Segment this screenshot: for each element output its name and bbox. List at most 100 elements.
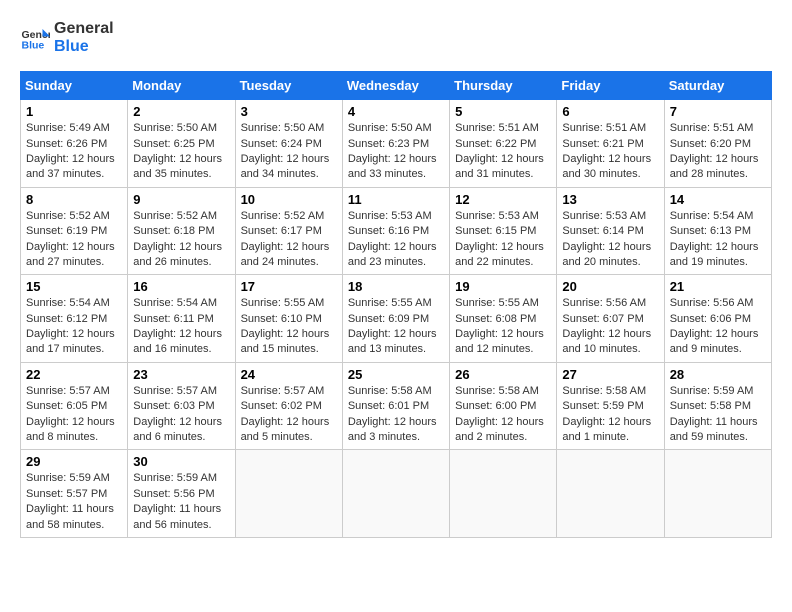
day-number: 13 xyxy=(562,192,658,207)
day-info: Sunrise: 5:51 AM Sunset: 6:21 PM Dayligh… xyxy=(562,121,658,183)
sunrise-label: Sunrise: 5:59 AM xyxy=(670,385,754,397)
sunset-label: Sunset: 6:05 PM xyxy=(26,400,107,412)
day-number: 6 xyxy=(562,104,658,119)
sunrise-label: Sunrise: 5:57 AM xyxy=(26,385,110,397)
calendar-cell: 7 Sunrise: 5:51 AM Sunset: 6:20 PM Dayli… xyxy=(664,100,771,188)
day-info: Sunrise: 5:53 AM Sunset: 6:16 PM Dayligh… xyxy=(348,209,444,271)
sunrise-label: Sunrise: 5:50 AM xyxy=(133,122,217,134)
day-number: 15 xyxy=(26,279,122,294)
sunset-label: Sunset: 6:17 PM xyxy=(241,225,322,237)
calendar-cell: 20 Sunrise: 5:56 AM Sunset: 6:07 PM Dayl… xyxy=(557,275,664,363)
day-info: Sunrise: 5:52 AM Sunset: 6:19 PM Dayligh… xyxy=(26,209,122,271)
day-info: Sunrise: 5:59 AM Sunset: 5:57 PM Dayligh… xyxy=(26,471,122,533)
daylight-label: Daylight: 12 hours and 17 minutes. xyxy=(26,328,115,355)
daylight-label: Daylight: 12 hours and 10 minutes. xyxy=(562,328,651,355)
day-info: Sunrise: 5:57 AM Sunset: 6:02 PM Dayligh… xyxy=(241,384,337,446)
daylight-label: Daylight: 12 hours and 27 minutes. xyxy=(26,241,115,268)
sunrise-label: Sunrise: 5:53 AM xyxy=(455,210,539,222)
sunset-label: Sunset: 6:20 PM xyxy=(670,138,751,150)
sunrise-label: Sunrise: 5:51 AM xyxy=(455,122,539,134)
sunset-label: Sunset: 6:23 PM xyxy=(348,138,429,150)
day-info: Sunrise: 5:49 AM Sunset: 6:26 PM Dayligh… xyxy=(26,121,122,183)
calendar-cell: 17 Sunrise: 5:55 AM Sunset: 6:10 PM Dayl… xyxy=(235,275,342,363)
day-number: 26 xyxy=(455,367,551,382)
week-row-1: 1 Sunrise: 5:49 AM Sunset: 6:26 PM Dayli… xyxy=(21,100,772,188)
calendar-cell: 25 Sunrise: 5:58 AM Sunset: 6:01 PM Dayl… xyxy=(342,362,449,450)
daylight-label: Daylight: 12 hours and 5 minutes. xyxy=(241,416,330,443)
sunrise-label: Sunrise: 5:56 AM xyxy=(670,297,754,309)
calendar-cell: 15 Sunrise: 5:54 AM Sunset: 6:12 PM Dayl… xyxy=(21,275,128,363)
column-header-saturday: Saturday xyxy=(664,72,771,100)
daylight-label: Daylight: 11 hours and 56 minutes. xyxy=(133,503,221,530)
calendar-cell: 23 Sunrise: 5:57 AM Sunset: 6:03 PM Dayl… xyxy=(128,362,235,450)
calendar-cell: 21 Sunrise: 5:56 AM Sunset: 6:06 PM Dayl… xyxy=(664,275,771,363)
calendar-cell: 19 Sunrise: 5:55 AM Sunset: 6:08 PM Dayl… xyxy=(450,275,557,363)
calendar-cell: 6 Sunrise: 5:51 AM Sunset: 6:21 PM Dayli… xyxy=(557,100,664,188)
sunrise-label: Sunrise: 5:52 AM xyxy=(133,210,217,222)
sunset-label: Sunset: 6:12 PM xyxy=(26,313,107,325)
daylight-label: Daylight: 12 hours and 16 minutes. xyxy=(133,328,222,355)
day-number: 22 xyxy=(26,367,122,382)
sunset-label: Sunset: 5:58 PM xyxy=(670,400,751,412)
logo-text-general: General xyxy=(54,20,114,38)
day-number: 12 xyxy=(455,192,551,207)
sunrise-label: Sunrise: 5:52 AM xyxy=(241,210,325,222)
calendar-cell: 26 Sunrise: 5:58 AM Sunset: 6:00 PM Dayl… xyxy=(450,362,557,450)
page-header: General Blue General Blue xyxy=(20,20,772,55)
calendar-cell: 3 Sunrise: 5:50 AM Sunset: 6:24 PM Dayli… xyxy=(235,100,342,188)
sunrise-label: Sunrise: 5:51 AM xyxy=(562,122,646,134)
day-info: Sunrise: 5:53 AM Sunset: 6:15 PM Dayligh… xyxy=(455,209,551,271)
day-number: 9 xyxy=(133,192,229,207)
daylight-label: Daylight: 12 hours and 33 minutes. xyxy=(348,153,437,180)
sunrise-label: Sunrise: 5:52 AM xyxy=(26,210,110,222)
calendar-cell: 12 Sunrise: 5:53 AM Sunset: 6:15 PM Dayl… xyxy=(450,187,557,275)
calendar-cell: 5 Sunrise: 5:51 AM Sunset: 6:22 PM Dayli… xyxy=(450,100,557,188)
day-number: 16 xyxy=(133,279,229,294)
day-info: Sunrise: 5:50 AM Sunset: 6:24 PM Dayligh… xyxy=(241,121,337,183)
day-number: 23 xyxy=(133,367,229,382)
column-header-thursday: Thursday xyxy=(450,72,557,100)
day-number: 20 xyxy=(562,279,658,294)
daylight-label: Daylight: 12 hours and 19 minutes. xyxy=(670,241,759,268)
calendar-cell xyxy=(450,450,557,538)
calendar-cell: 13 Sunrise: 5:53 AM Sunset: 6:14 PM Dayl… xyxy=(557,187,664,275)
sunrise-label: Sunrise: 5:51 AM xyxy=(670,122,754,134)
calendar-table: SundayMondayTuesdayWednesdayThursdayFrid… xyxy=(20,71,772,538)
day-number: 14 xyxy=(670,192,766,207)
calendar-cell: 16 Sunrise: 5:54 AM Sunset: 6:11 PM Dayl… xyxy=(128,275,235,363)
sunrise-label: Sunrise: 5:57 AM xyxy=(241,385,325,397)
day-number: 10 xyxy=(241,192,337,207)
daylight-label: Daylight: 12 hours and 1 minute. xyxy=(562,416,651,443)
day-number: 11 xyxy=(348,192,444,207)
calendar-cell: 30 Sunrise: 5:59 AM Sunset: 5:56 PM Dayl… xyxy=(128,450,235,538)
calendar-cell xyxy=(557,450,664,538)
calendar-cell: 2 Sunrise: 5:50 AM Sunset: 6:25 PM Dayli… xyxy=(128,100,235,188)
sunset-label: Sunset: 6:13 PM xyxy=(670,225,751,237)
daylight-label: Daylight: 12 hours and 6 minutes. xyxy=(133,416,222,443)
day-info: Sunrise: 5:58 AM Sunset: 5:59 PM Dayligh… xyxy=(562,384,658,446)
sunset-label: Sunset: 6:06 PM xyxy=(670,313,751,325)
day-number: 24 xyxy=(241,367,337,382)
calendar-cell xyxy=(664,450,771,538)
sunset-label: Sunset: 6:09 PM xyxy=(348,313,429,325)
calendar-cell: 8 Sunrise: 5:52 AM Sunset: 6:19 PM Dayli… xyxy=(21,187,128,275)
day-info: Sunrise: 5:58 AM Sunset: 6:00 PM Dayligh… xyxy=(455,384,551,446)
calendar-cell: 4 Sunrise: 5:50 AM Sunset: 6:23 PM Dayli… xyxy=(342,100,449,188)
day-info: Sunrise: 5:51 AM Sunset: 6:22 PM Dayligh… xyxy=(455,121,551,183)
day-info: Sunrise: 5:54 AM Sunset: 6:12 PM Dayligh… xyxy=(26,296,122,358)
sunrise-label: Sunrise: 5:59 AM xyxy=(26,472,110,484)
day-number: 3 xyxy=(241,104,337,119)
day-info: Sunrise: 5:50 AM Sunset: 6:25 PM Dayligh… xyxy=(133,121,229,183)
day-info: Sunrise: 5:59 AM Sunset: 5:56 PM Dayligh… xyxy=(133,471,229,533)
day-info: Sunrise: 5:58 AM Sunset: 6:01 PM Dayligh… xyxy=(348,384,444,446)
day-info: Sunrise: 5:52 AM Sunset: 6:17 PM Dayligh… xyxy=(241,209,337,271)
sunrise-label: Sunrise: 5:56 AM xyxy=(562,297,646,309)
day-info: Sunrise: 5:56 AM Sunset: 6:06 PM Dayligh… xyxy=(670,296,766,358)
day-info: Sunrise: 5:56 AM Sunset: 6:07 PM Dayligh… xyxy=(562,296,658,358)
sunset-label: Sunset: 6:03 PM xyxy=(133,400,214,412)
daylight-label: Daylight: 12 hours and 15 minutes. xyxy=(241,328,330,355)
sunset-label: Sunset: 6:16 PM xyxy=(348,225,429,237)
day-number: 19 xyxy=(455,279,551,294)
daylight-label: Daylight: 12 hours and 30 minutes. xyxy=(562,153,651,180)
daylight-label: Daylight: 12 hours and 37 minutes. xyxy=(26,153,115,180)
